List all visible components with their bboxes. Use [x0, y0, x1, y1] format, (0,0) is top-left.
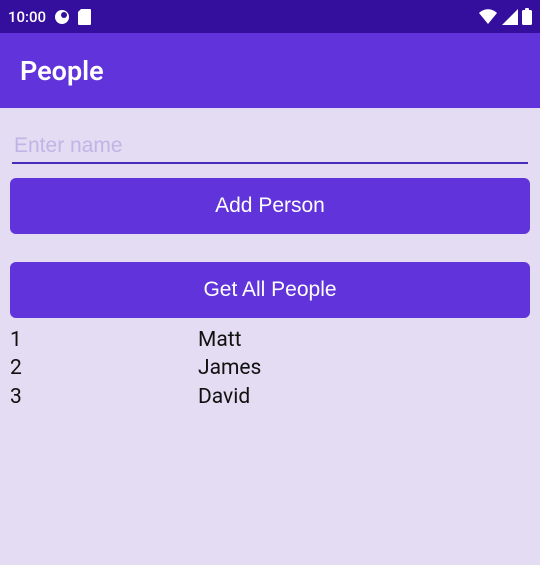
wifi-icon	[478, 9, 498, 25]
person-name: James	[198, 354, 530, 382]
status-right	[478, 8, 532, 25]
status-bar: 10:00	[0, 0, 540, 33]
person-name: Matt	[198, 326, 530, 354]
get-all-people-button[interactable]: Get All People	[10, 262, 530, 318]
person-id: 1	[10, 326, 198, 354]
add-person-button[interactable]: Add Person	[10, 178, 530, 234]
people-list: 1 Matt 2 James 3 David	[10, 326, 530, 411]
person-id: 3	[10, 383, 198, 411]
status-time: 10:00	[8, 8, 46, 26]
list-item: 2 James	[10, 354, 530, 382]
name-input[interactable]	[12, 130, 528, 164]
page-title: People	[20, 55, 104, 87]
app-bar: People	[0, 33, 540, 108]
signal-icon	[502, 9, 518, 25]
status-left: 10:00	[8, 8, 91, 26]
list-item: 3 David	[10, 383, 530, 411]
list-item: 1 Matt	[10, 326, 530, 354]
battery-icon	[522, 8, 532, 25]
circle-notch-icon	[54, 9, 70, 25]
person-id: 2	[10, 354, 198, 382]
sd-card-icon	[78, 9, 91, 25]
main-content: Add Person Get All People 1 Matt 2 James…	[0, 108, 540, 411]
person-name: David	[198, 383, 530, 411]
